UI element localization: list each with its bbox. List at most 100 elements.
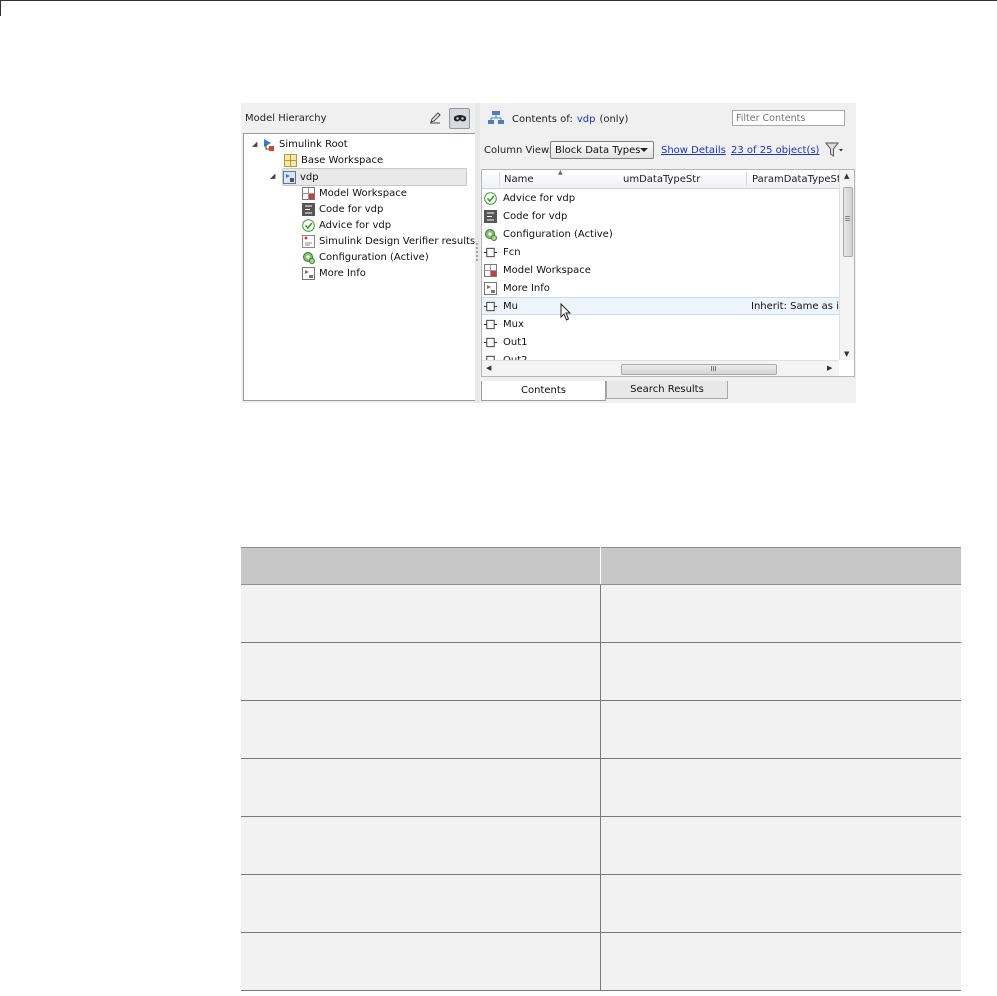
edit-pencil-icon[interactable] xyxy=(425,108,445,128)
table-cell xyxy=(241,932,601,991)
configuration-icon xyxy=(484,228,497,241)
table-cell xyxy=(600,816,961,875)
info-icon xyxy=(302,266,315,280)
tree-item-label: More Info xyxy=(319,267,366,279)
filter-funnel-icon[interactable] xyxy=(824,141,846,159)
contents-of-suffix: (only) xyxy=(599,114,629,125)
table-row xyxy=(241,758,961,817)
horizontal-scrollbar[interactable]: ◀ ▶ xyxy=(482,360,839,376)
info-icon xyxy=(484,281,497,295)
grid-row[interactable]: Configuration (Active) xyxy=(482,225,839,243)
vertical-scrollbar[interactable]: ▲ ▼ xyxy=(839,170,854,360)
column-header-name[interactable]: Name xyxy=(504,174,534,185)
contents-of-link[interactable]: vdp xyxy=(577,114,596,125)
scroll-left-icon[interactable]: ◀ xyxy=(486,364,491,372)
table-row xyxy=(241,874,961,933)
scroll-right-icon[interactable]: ▶ xyxy=(827,364,832,372)
table-cell xyxy=(600,642,961,701)
model-workspace-icon xyxy=(484,263,497,277)
tree-item-design-verifier[interactable]: Simulink Design Verifier results xyxy=(302,233,475,249)
grid-row[interactable]: More Info xyxy=(482,279,839,297)
tree-item-label: Model Workspace xyxy=(319,187,407,199)
block-icon xyxy=(484,300,497,313)
filter-contents-input[interactable] xyxy=(732,110,845,126)
tree-item-configuration[interactable]: Configuration (Active) xyxy=(302,249,429,265)
table-cell xyxy=(241,758,601,817)
table-cell xyxy=(600,932,961,991)
column-view-select[interactable]: Block Data Types xyxy=(550,141,654,159)
table-cell xyxy=(241,874,601,933)
check-icon xyxy=(302,218,315,232)
table-cell xyxy=(600,758,961,817)
tree-item-simulink-root[interactable]: Simulink Root xyxy=(262,136,348,152)
grid-row[interactable]: Out1 xyxy=(482,333,839,351)
show-details-link[interactable]: Show Details xyxy=(661,145,726,156)
grid-row[interactable]: Fcn xyxy=(482,243,839,261)
grid-row[interactable]: Model Workspace xyxy=(482,261,839,279)
table-row xyxy=(241,816,961,875)
table-cell xyxy=(241,816,601,875)
table-cell xyxy=(600,874,961,933)
tree-item-advice-for-vdp[interactable]: Advice for vdp xyxy=(302,217,391,233)
table-row xyxy=(241,584,961,643)
code-icon xyxy=(484,209,497,223)
block-icon xyxy=(484,336,497,349)
mask-icon[interactable] xyxy=(449,108,470,129)
table-cell xyxy=(241,642,601,701)
workspace-icon xyxy=(284,153,297,167)
tree-item-vdp[interactable]: vdp xyxy=(282,168,467,186)
scroll-down-icon[interactable]: ▼ xyxy=(844,350,849,358)
contents-grid: Name ▲ umDataTypeStr ParamDataTypeStr Ad… xyxy=(481,169,855,377)
model-workspace-icon xyxy=(302,186,315,200)
table-cell xyxy=(241,584,601,643)
table-header-cell xyxy=(241,547,601,585)
horizontal-scroll-thumb[interactable] xyxy=(621,364,777,375)
table-cell xyxy=(600,700,961,759)
block-icon xyxy=(484,246,497,259)
model-explorer-screenshot: Model Hierarchy ◢ Simulink Root Base Wor… xyxy=(241,103,856,403)
tree-item-label: Configuration (Active) xyxy=(319,251,429,263)
scroll-up-icon[interactable]: ▲ xyxy=(844,172,849,180)
column-header-paramdatatypestr[interactable]: ParamDataTypeStr xyxy=(752,174,845,185)
grid-row-name: Fcn xyxy=(503,246,521,258)
vertical-scroll-thumb[interactable] xyxy=(843,187,853,257)
tree-item-base-workspace[interactable]: Base Workspace xyxy=(284,152,383,168)
tree-item-label: Advice for vdp xyxy=(319,219,392,231)
expand-triangle-icon[interactable]: ◢ xyxy=(270,172,275,180)
grid-row-param: Inherit: Same as in xyxy=(751,300,846,312)
tree-item-more-info[interactable]: More Info xyxy=(302,265,366,281)
contents-header: Contents of: vdp (only) xyxy=(480,103,856,135)
model-tree: ◢ Simulink Root Base Workspace ◢ vdp Mod… xyxy=(243,133,476,401)
tree-item-model-workspace[interactable]: Model Workspace xyxy=(302,185,407,201)
column-view-value: Block Data Types xyxy=(555,144,641,156)
table-header-cell xyxy=(600,547,961,585)
table-row xyxy=(241,642,961,701)
expand-triangle-icon[interactable]: ◢ xyxy=(252,140,257,148)
column-header-umdatatypestr[interactable]: umDataTypeStr xyxy=(623,174,700,185)
grid-row-name: Out1 xyxy=(503,336,528,348)
page-corner-mark xyxy=(0,0,1,16)
contents-pane: Contents of: vdp(only) Column View: Block… xyxy=(480,103,856,403)
tree-item-label: Base Workspace xyxy=(301,154,384,166)
tree-item-label: Code for vdp xyxy=(319,203,384,215)
tab-contents[interactable]: Contents xyxy=(481,381,606,401)
contents-tabs: Contents Search Results xyxy=(481,381,855,401)
table-cell xyxy=(241,700,601,759)
grid-row[interactable]: Mu Inherit: Same as in xyxy=(482,297,845,315)
tree-item-label: Simulink Design Verifier results xyxy=(319,235,476,247)
grid-row[interactable]: Advice for vdp xyxy=(482,189,839,207)
scroll-grip xyxy=(711,366,717,371)
tab-search-results[interactable]: Search Results xyxy=(606,381,728,399)
model-icon xyxy=(283,170,296,184)
chevron-down-icon xyxy=(640,148,648,152)
grid-row[interactable]: Mux xyxy=(482,315,839,333)
grid-row-name: Mux xyxy=(503,318,524,330)
mouse-cursor-icon xyxy=(560,302,572,324)
object-count-link[interactable]: 23 of 25 object(s) xyxy=(731,145,819,156)
grid-row[interactable]: Code for vdp xyxy=(482,207,839,225)
grid-row-name: Model Workspace xyxy=(503,264,591,276)
tree-item-code-for-vdp[interactable]: Code for vdp xyxy=(302,201,383,217)
table-cell xyxy=(600,584,961,643)
block-icon xyxy=(484,318,497,331)
tree-item-label: vdp xyxy=(300,171,319,183)
